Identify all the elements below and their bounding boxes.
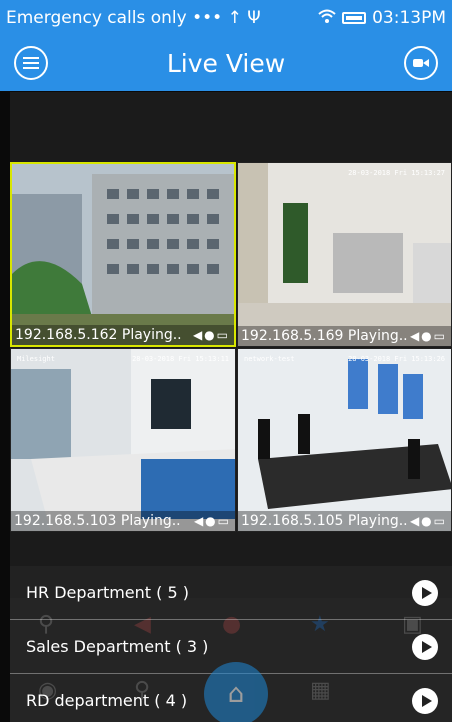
camera-status-text: 192.168.5.162 Playing.. [15, 327, 182, 343]
camera-tile[interactable]: 192.168.5.162 Playing.. ◀●▭ [10, 162, 236, 347]
camera-timestamp: 28-03-2018 Fri 15:13:26 [348, 355, 445, 363]
status-right: 03:13PM [318, 8, 446, 28]
home-icon: ⌂ [227, 679, 245, 709]
home-button[interactable]: ⌂ [204, 662, 268, 722]
play-icon[interactable] [412, 633, 438, 660]
camera-status-text: 192.168.5.105 Playing.. [241, 513, 408, 529]
department-item-hr[interactable]: HR Department ( 5 ) [10, 566, 452, 620]
camera-tile[interactable]: network-test 28-03-2018 Fri 15:13:26 192… [237, 348, 452, 532]
record-button[interactable] [404, 46, 438, 80]
camera-label: 192.168.5.103 Playing.. ◀●▭ [11, 511, 235, 531]
camera-grid: 192.168.5.162 Playing.. ◀●▭ 28-03-2018 F… [10, 162, 452, 532]
camera-tile[interactable]: Milesight 28-03-2018 Fri 15:13:11 192.16… [10, 348, 236, 532]
camera-status-text: 192.168.5.103 Playing.. [14, 513, 181, 529]
battery-icon [342, 12, 367, 24]
status-bar: Emergency calls only ••• ↑ Ψ 03:13PM [0, 0, 452, 36]
camera-label: 192.168.5.162 Playing.. ◀●▭ [12, 325, 234, 345]
camera-status-icons: ◀●▭ [409, 514, 447, 528]
camera-osd-text: Milesight [17, 355, 55, 363]
department-label: HR Department ( 5 ) [26, 583, 189, 602]
menu-icon [23, 57, 39, 69]
camera-timestamp: 28-03-2018 Fri 15:13:11 [132, 355, 229, 363]
camera-feed-image [11, 349, 235, 531]
play-icon[interactable] [412, 687, 438, 714]
camera-label: 192.168.5.105 Playing.. ◀●▭ [238, 511, 451, 531]
camera-feed-image [238, 349, 451, 531]
camera-timestamp: 28-03-2018 Fri 15:13:27 [348, 169, 445, 177]
camera-status-icons: ◀●▭ [409, 329, 447, 343]
camera-status-text: 192.168.5.169 Playing.. [241, 328, 408, 344]
menu-button[interactable] [14, 46, 48, 80]
camera-feed-image [12, 164, 234, 345]
app-bar: Live View [0, 36, 452, 91]
department-label: Sales Department ( 3 ) [26, 637, 209, 656]
record-icon [413, 59, 429, 67]
camera-label: 192.168.5.169 Playing.. ◀●▭ [238, 326, 451, 346]
status-text: Emergency calls only ••• ↑ Ψ [6, 8, 261, 28]
camera-feed-image [238, 163, 451, 346]
status-time: 03:13PM [372, 8, 446, 28]
play-icon[interactable] [412, 579, 438, 606]
camera-osd-text: network-test [244, 355, 295, 363]
camera-status-icons: ◀●▭ [192, 328, 230, 342]
camera-status-icons: ◀●▭ [193, 514, 231, 528]
page-title: Live View [166, 49, 286, 78]
camera-tile[interactable]: 28-03-2018 Fri 15:13:27 192.168.5.169 Pl… [237, 162, 452, 347]
wifi-icon [318, 8, 336, 28]
